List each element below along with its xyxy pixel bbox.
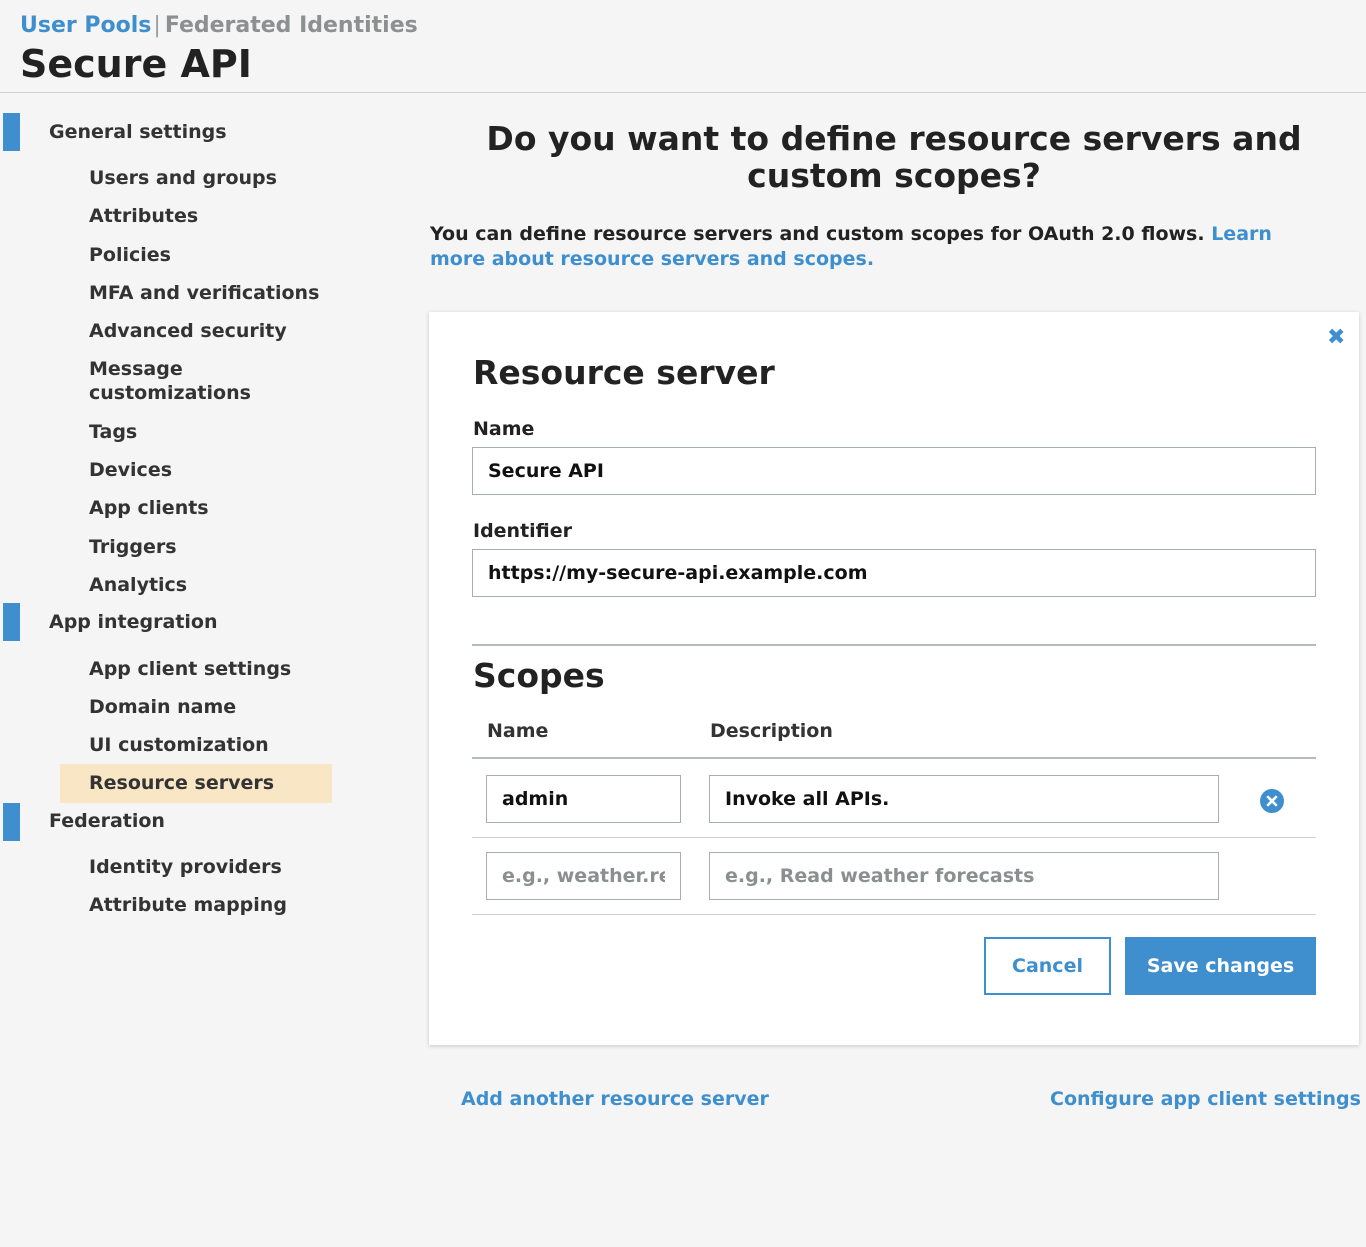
scope-name-input[interactable]: [486, 775, 681, 823]
scope-description-input[interactable]: [709, 775, 1219, 823]
new-scope-description-input[interactable]: [709, 852, 1219, 900]
sidebar-item-triggers[interactable]: Triggers: [89, 535, 177, 559]
sidebar-group-marker: [3, 603, 20, 641]
resource-server-identifier-input[interactable]: [472, 549, 1316, 597]
sidebar-item-tags[interactable]: Tags: [89, 420, 137, 444]
sidebar-item-devices[interactable]: Devices: [89, 458, 172, 482]
scopes-title: Scopes: [473, 656, 605, 695]
sidebar-item-attributes[interactable]: Attributes: [89, 204, 198, 228]
sidebar-item-message-customizations[interactable]: Message customizations: [89, 357, 269, 405]
tab-user-pools[interactable]: User Pools: [20, 13, 151, 38]
resource-server-name-input[interactable]: [472, 447, 1316, 495]
cancel-button[interactable]: Cancel: [984, 937, 1111, 995]
top-bar: User Pools| Federated Identities Secure A…: [0, 0, 1366, 93]
scope-row-divider: [472, 914, 1316, 915]
sidebar-item-domain-name[interactable]: Domain name: [89, 695, 236, 719]
add-another-resource-server-link[interactable]: Add another resource server: [461, 1088, 769, 1110]
scopes-col-name: Name: [487, 720, 549, 742]
scope-row-divider: [472, 837, 1316, 838]
intro-text: You can define resource servers and cust…: [430, 223, 1205, 245]
main-headline: Do you want to define resource servers a…: [486, 119, 1302, 195]
tab-federated-identities[interactable]: Federated Identities: [165, 13, 418, 38]
sidebar-group-marker: [3, 803, 20, 841]
sidebar-item-ui-customization[interactable]: UI customization: [89, 733, 269, 757]
sidebar-group-marker: [3, 113, 20, 151]
sidebar-group-app-integration[interactable]: App integration: [49, 611, 218, 633]
remove-circle-icon[interactable]: [1260, 789, 1284, 813]
close-icon[interactable]: ✖: [1327, 327, 1347, 349]
sidebar-item-policies[interactable]: Policies: [89, 243, 171, 267]
pool-type-tabs: User Pools| Federated Identities: [20, 13, 418, 38]
configure-app-client-settings-link[interactable]: Configure app client settings: [1050, 1088, 1361, 1110]
divider: [472, 644, 1316, 646]
name-label: Name: [473, 418, 535, 440]
sidebar-item-resource-servers[interactable]: Resource servers: [89, 771, 274, 795]
sidebar-item-users-and-groups[interactable]: Users and groups: [89, 166, 277, 190]
sidebar-item-app-clients[interactable]: App clients: [89, 496, 209, 520]
page-title: Secure API: [20, 42, 252, 86]
sidebar-item-attribute-mapping[interactable]: Attribute mapping: [89, 893, 287, 917]
sidebar-item-mfa-and-verifications[interactable]: MFA and verifications: [89, 281, 319, 305]
scopes-col-description: Description: [710, 720, 833, 742]
sidebar-item-identity-providers[interactable]: Identity providers: [89, 855, 282, 879]
intro-paragraph: You can define resource servers and cust…: [430, 222, 1330, 272]
new-scope-name-input[interactable]: [486, 852, 681, 900]
save-changes-button[interactable]: Save changes: [1125, 937, 1316, 995]
resource-server-title: Resource server: [473, 353, 775, 392]
sidebar-item-analytics[interactable]: Analytics: [89, 573, 187, 597]
sidebar-group-general-settings[interactable]: General settings: [49, 121, 227, 143]
sidebar-group-federation[interactable]: Federation: [49, 810, 165, 832]
identifier-label: Identifier: [473, 520, 573, 542]
tab-separator: |: [153, 13, 161, 38]
scopes-header-divider: [472, 757, 1316, 759]
sidebar-item-app-client-settings[interactable]: App client settings: [89, 657, 291, 681]
sidebar-item-advanced-security[interactable]: Advanced security: [89, 319, 287, 343]
